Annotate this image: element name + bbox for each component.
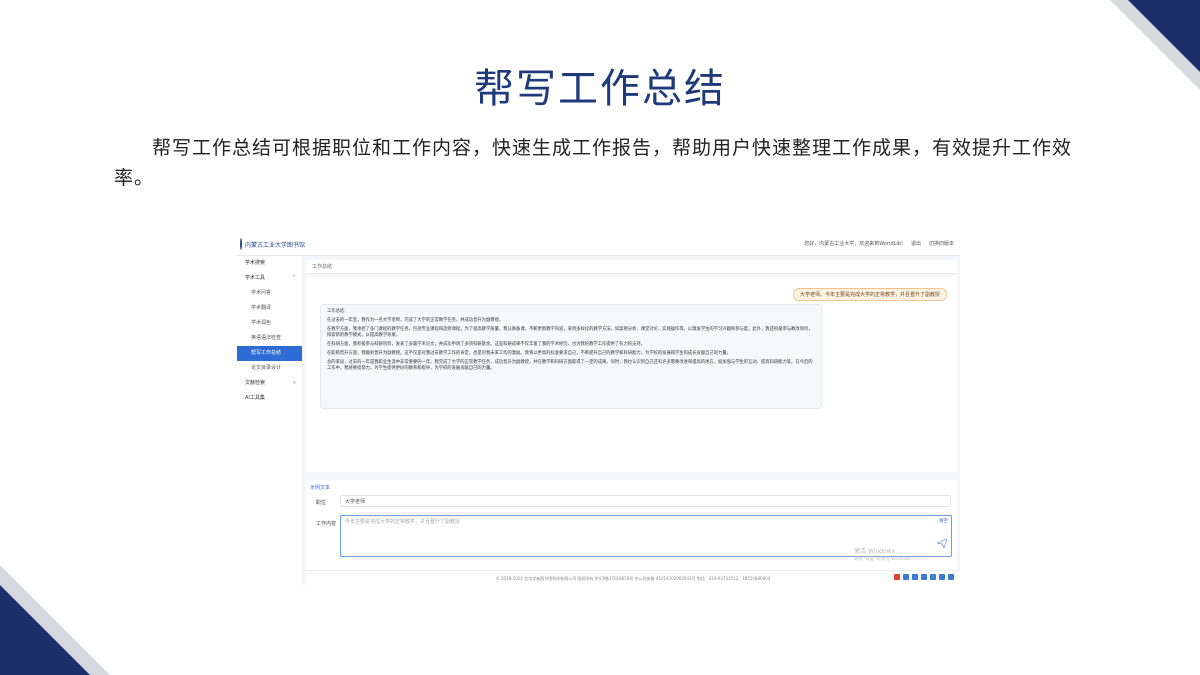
app-topbar: 内蒙古工业大学图书馆 您好，内蒙古工业大学，欢迎来到WorldLib! 退出 切… <box>237 232 960 256</box>
page-title: 工作总结 <box>306 260 957 274</box>
send-icon[interactable] <box>937 539 947 548</box>
ai-response-paragraph: 在教学方面，我承担了多门课程的教学任务，包括专业课程和选修课程。为了提高教学质量… <box>327 327 813 338</box>
position-label: 职位 <box>316 500 327 506</box>
footer: © 2018-2024 北京学者图书馆科技有限公司 版权所有 京ICP备1701… <box>306 570 960 585</box>
library-logo[interactable]: 内蒙古工业大学图书馆 <box>240 236 306 252</box>
sidebar-item-label: 学术问答 <box>251 290 272 296</box>
sidebar-item[interactable]: 帮写工作总结 <box>237 346 302 361</box>
windows-activation-watermark: 激活 Windows 转到"设置"以激活 Windows。 <box>854 548 916 564</box>
ai-response: 工作总结： 在过去的一年里，我作为一名大学老师，完成了大学的正常教学任务，并成功晋… <box>320 304 822 409</box>
ime-toolbar[interactable] <box>894 571 956 583</box>
clear-button[interactable]: 清空 <box>939 518 948 524</box>
keyboard-icon[interactable] <box>930 574 936 580</box>
sidebar-item-label: 文献检索 <box>245 380 266 386</box>
sidebar-item-label: 帮写工作总结 <box>251 350 282 356</box>
punctuation-icon[interactable] <box>912 574 918 580</box>
skin-icon[interactable] <box>939 574 945 580</box>
ai-response-paragraph: 在过去的一年里，我作为一名大学老师，完成了大学的正常教学任务，并成功晋升为副教授… <box>327 318 504 323</box>
slide-description: 帮写工作总结可根据职位和工作内容，快速生成工作报告，帮助用户快速整理工作成果，有… <box>114 137 1073 189</box>
watermark-line1: 激活 Windows <box>854 548 895 555</box>
sample-text-tab[interactable]: 示例文本 <box>310 484 330 491</box>
app-screenshot: 内蒙古工业大学图书馆 您好，内蒙古工业大学，欢迎来到WorldLib! 退出 切… <box>237 232 960 585</box>
sidebar-item[interactable]: 英语语法检查 <box>237 331 302 346</box>
sogou-icon[interactable] <box>894 574 900 580</box>
sidebar: 学术搜索学术工具 ^ 学术问答学术翻译学术润色英语语法检查 帮写工作总结 论文目录设计文… <box>237 256 303 585</box>
sidebar-item-label: 学术润色 <box>251 320 272 326</box>
microphone-icon[interactable] <box>921 574 927 580</box>
greeting-text: 您好，内蒙古工业大学，欢迎来到WorldLib! <box>804 241 903 247</box>
chevron-down-icon: v <box>293 380 296 386</box>
sidebar-item-label: 学术翻译 <box>251 305 272 311</box>
user-menu: 您好，内蒙古工业大学，欢迎来到WorldLib! 退出 切换旧版本 <box>804 240 954 247</box>
sidebar-item[interactable]: 论文目录设计 <box>237 361 302 376</box>
library-logo-text: 内蒙古工业大学图书馆 <box>245 241 306 249</box>
sidebar-item[interactable]: 学术搜索 <box>237 256 302 271</box>
sidebar-item[interactable]: 学术翻译 <box>237 301 302 316</box>
work-content-label: 工作内容 <box>316 521 337 527</box>
ai-response-paragraph: 工作总结： <box>327 309 349 314</box>
sidebar-item-label: 英语语法检查 <box>251 335 282 341</box>
sidebar-item[interactable]: 学术润色 <box>237 316 302 331</box>
chat-area: 大学老师。今年主要是完成大学的正常教学，并且晋升了副教授 工作总结： 在过去的一年… <box>306 276 957 472</box>
sidebar-item-label: 学术搜索 <box>245 260 266 266</box>
slide-title: 帮写工作总结 <box>474 66 726 112</box>
ai-response-paragraph: 总的来说，过去的一年是我职业生涯中非常重要的一年。我完成了大学的正常教学任务，成… <box>327 360 813 371</box>
ai-response-paragraph: 在职称晋升方面，我顺利晋升为副教授。这不仅是对我过去教学工作的肯定，也是对我未来… <box>327 351 731 356</box>
position-input[interactable]: 大学老师 <box>340 495 951 507</box>
sidebar-item[interactable]: AI工具集 <box>237 391 302 406</box>
chevron-up-icon: ^ <box>291 275 296 281</box>
corner-decoration-bottom-left <box>0 565 110 675</box>
toolbox-icon[interactable] <box>948 574 954 580</box>
sidebar-item[interactable]: 文献检索 v <box>237 376 302 391</box>
library-emblem-icon <box>240 238 242 250</box>
sidebar-item[interactable]: 学术工具 ^ <box>237 271 302 286</box>
logout-link[interactable]: 退出 <box>911 240 921 247</box>
sidebar-item-label: 学术工具 <box>245 275 266 281</box>
switch-version-link[interactable]: 切换旧版本 <box>929 240 954 247</box>
ime-mode-icon[interactable] <box>903 574 909 580</box>
sidebar-item[interactable]: 学术问答 <box>237 286 302 301</box>
user-message: 大学老师。今年主要是完成大学的正常教学，并且晋升了副教授 <box>792 288 947 301</box>
watermark-line2: 转到"设置"以激活 Windows。 <box>854 557 916 562</box>
sidebar-item-label: AI工具集 <box>245 395 265 401</box>
work-content-placeholder: 今年主要是完成大学的正常教学，并且晋升了副教授 <box>345 519 461 525</box>
ai-response-paragraph: 在科研方面，我积极参与科研项目，发表了多篇学术论文，并成功申请了多项科研基金。这… <box>327 342 645 347</box>
sidebar-item-label: 论文目录设计 <box>251 365 282 371</box>
